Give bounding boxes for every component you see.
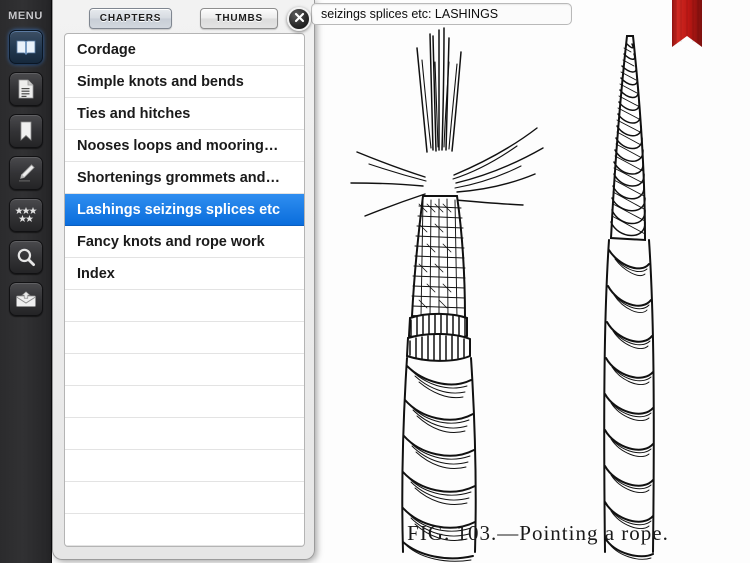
tab-chapters[interactable]: CHAPTERS xyxy=(88,7,173,29)
left-toolbar: MENU xyxy=(0,0,52,563)
chapter-blank-row xyxy=(65,386,304,418)
stars-icon xyxy=(14,207,37,223)
figure-caption: FIG. 103.—Pointing a rope. xyxy=(363,521,713,546)
chapter-blank-row xyxy=(65,290,304,322)
reader-app: MENU FIG. 103.—Pointing a rope. seizings… xyxy=(0,0,750,563)
bookmark-ribbon[interactable] xyxy=(672,0,702,47)
chapter-item-cordage[interactable]: Cordage xyxy=(65,34,304,66)
chapter-blank-row xyxy=(65,482,304,514)
chapter-blank-row xyxy=(65,418,304,450)
pencil-icon-button[interactable] xyxy=(8,156,43,190)
document-icon-button[interactable] xyxy=(8,72,43,106)
chapter-item-nooses-loops-and-mooring[interactable]: Nooses loops and mooring… xyxy=(65,130,304,162)
chapters-panel: CHAPTERS THUMBS Cordage Simple knots and… xyxy=(52,0,315,560)
chapter-blank-row xyxy=(65,450,304,482)
book-icon xyxy=(16,39,36,55)
page-title-value: seizings splices etc: LASHINGS xyxy=(321,7,499,21)
chapter-item-simple-knots-and-bends[interactable]: Simple knots and bends xyxy=(65,66,304,98)
document-icon xyxy=(17,79,34,99)
stars-icon-button[interactable] xyxy=(8,198,43,232)
figure-illustration xyxy=(350,27,655,562)
close-icon xyxy=(294,10,305,28)
book-page: A B. FIG. 103.—Pointing a rope. xyxy=(315,0,750,563)
menu-label: MENU xyxy=(8,10,43,22)
chapter-blank-row xyxy=(65,546,304,547)
chapter-item-index[interactable]: Index xyxy=(65,258,304,290)
search-icon xyxy=(16,247,36,267)
chapters-list[interactable]: Cordage Simple knots and bends Ties and … xyxy=(64,33,305,547)
envelope-icon xyxy=(15,290,37,308)
pencil-icon xyxy=(16,163,36,183)
chapter-item-fancy-knots-and-rope-work[interactable]: Fancy knots and rope work xyxy=(65,226,304,258)
chapter-item-shortenings-grommets[interactable]: Shortenings grommets and… xyxy=(65,162,304,194)
chapter-blank-row xyxy=(65,514,304,546)
chapter-item-ties-and-hitches[interactable]: Ties and hitches xyxy=(65,98,304,130)
chapter-blank-row xyxy=(65,322,304,354)
bookmark-icon-button[interactable] xyxy=(8,114,43,148)
chapter-blank-row xyxy=(65,354,304,386)
chapter-item-lashings-seizings-splices[interactable]: Lashings seizings splices etc xyxy=(65,194,304,226)
close-icon-button[interactable] xyxy=(287,7,311,31)
envelope-icon-button[interactable] xyxy=(8,282,43,316)
panel-tab-bar: CHAPTERS THUMBS xyxy=(53,0,314,36)
tab-thumbs[interactable]: THUMBS xyxy=(200,7,279,29)
bookmark-icon xyxy=(19,121,33,141)
figure-caption-text: FIG. 103.—Pointing a rope. xyxy=(407,521,669,545)
page-title-field[interactable]: seizings splices etc: LASHINGS xyxy=(311,3,572,25)
search-icon-button[interactable] xyxy=(8,240,43,274)
book-icon-button[interactable] xyxy=(8,30,43,64)
